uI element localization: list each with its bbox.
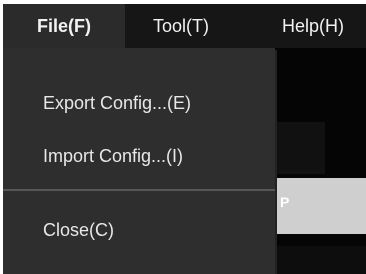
file-dropdown-menu: Export Config...(E) Import Config...(I) … [3, 48, 275, 274]
menu-tool[interactable]: Tool(T) [153, 4, 209, 48]
menu-item-close[interactable]: Close(C) [3, 208, 275, 252]
menu-bar: File(F) Tool(T) Help(H) [3, 4, 366, 48]
menu-help[interactable]: Help(H) [282, 4, 344, 48]
background-bottom-panel [275, 246, 366, 274]
application-window: P File(F) Tool(T) Help(H) Export Config.… [3, 4, 366, 274]
background-panel [275, 122, 325, 174]
menu-separator [3, 189, 275, 191]
menu-file[interactable]: File(F) [3, 4, 125, 48]
menu-item-import-config[interactable]: Import Config...(I) [3, 134, 275, 178]
menu-item-export-config[interactable]: Export Config...(E) [3, 81, 275, 125]
background-partial-text: P [280, 194, 290, 210]
